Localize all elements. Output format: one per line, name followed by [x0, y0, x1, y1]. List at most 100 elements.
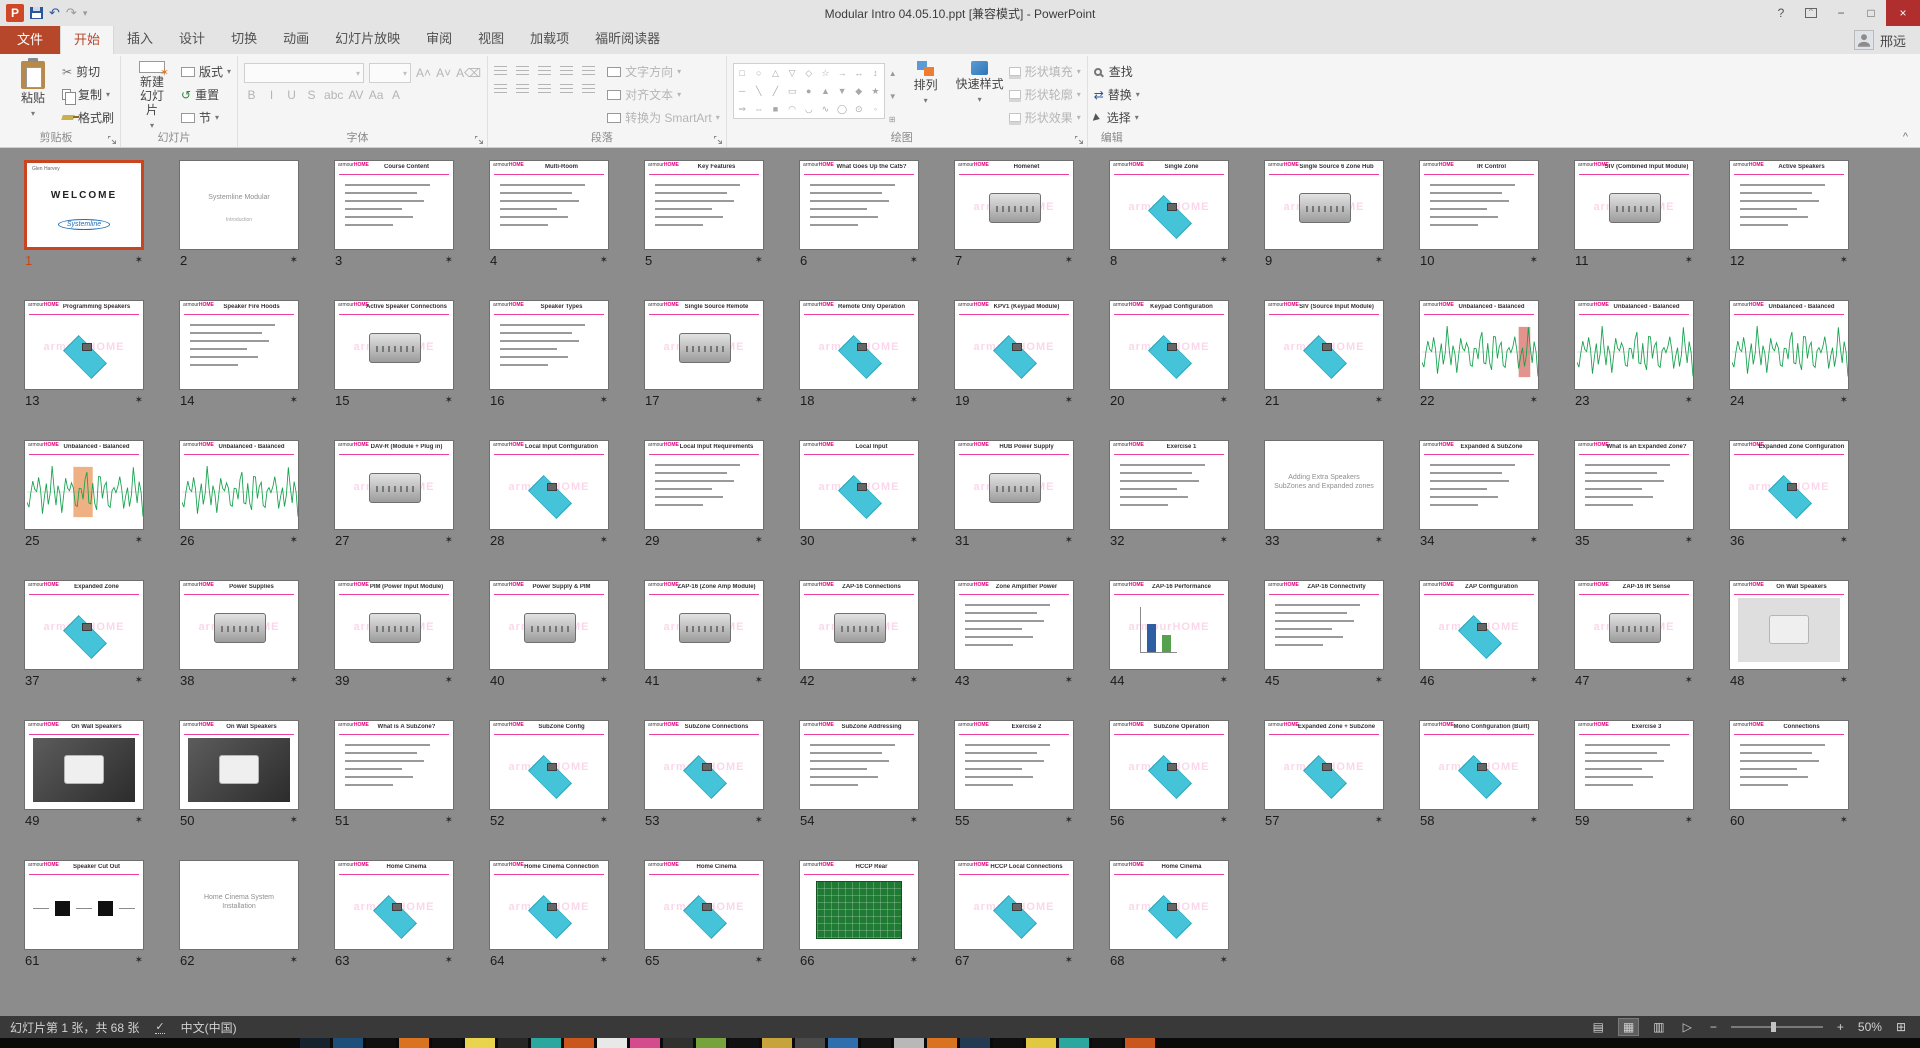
shape-icon[interactable]: ◯: [837, 105, 847, 114]
slide-thumbnail[interactable]: armourHOMESubZone OperationarmourHOME: [1109, 720, 1229, 810]
slide-thumbnail[interactable]: armourHOMEExpanded ZonearmourHOME: [24, 580, 144, 670]
save-icon[interactable]: [30, 7, 43, 19]
powerpoint-app-icon[interactable]: P: [6, 4, 24, 22]
slide-thumbnail[interactable]: armourHOMEZone Amplifier Power: [954, 580, 1074, 670]
slide-thumbnail[interactable]: armourHOMEUnbalanced - Balanced: [1729, 300, 1849, 390]
transition-star-icon[interactable]: ✶: [600, 535, 608, 546]
columns-button[interactable]: [582, 83, 595, 93]
slide-thumbnail[interactable]: armourHOMEOn Wall Speakers: [24, 720, 144, 810]
slide-thumbnail[interactable]: armourHOMEKeypad ConfigurationarmourHOME: [1109, 300, 1229, 390]
transition-star-icon[interactable]: ✶: [600, 955, 608, 966]
slide-thumbnail[interactable]: armourHOMESpeaker Cut Out: [24, 860, 144, 950]
align-text-button[interactable]: 对齐文本▾: [607, 85, 720, 104]
slide-thumbnail[interactable]: armourHOMECourse Content: [334, 160, 454, 250]
transition-star-icon[interactable]: ✶: [1065, 675, 1073, 686]
transition-star-icon[interactable]: ✶: [1685, 395, 1693, 406]
layout-button[interactable]: 版式▾: [181, 62, 231, 81]
slide-thumbnail[interactable]: armourHOMELocal Input Configurationarmou…: [489, 440, 609, 530]
shape-fill-button[interactable]: 形状填充▾: [1009, 62, 1081, 81]
transition-star-icon[interactable]: ✶: [600, 675, 608, 686]
font-style-s-button[interactable]: S: [304, 88, 319, 102]
transition-star-icon[interactable]: ✶: [1530, 815, 1538, 826]
shape-icon[interactable]: ↔: [854, 69, 863, 78]
shape-icon[interactable]: ●: [806, 87, 811, 96]
font-style-i-button[interactable]: I: [264, 88, 279, 102]
reading-view-button[interactable]: ▥: [1649, 1019, 1668, 1035]
transition-star-icon[interactable]: ✶: [755, 815, 763, 826]
slide-thumbnail[interactable]: armourHOMEUnbalanced - Balanced: [1419, 300, 1539, 390]
taskbar-window[interactable]: [333, 1038, 363, 1048]
slide-thumbnail[interactable]: Glen HarveyWELCOMESystemline: [24, 160, 144, 250]
transition-star-icon[interactable]: ✶: [1220, 955, 1228, 966]
taskbar-window[interactable]: [696, 1038, 726, 1048]
paste-button[interactable]: 粘贴 ▾: [8, 59, 58, 130]
tab-file[interactable]: 文件: [0, 24, 60, 54]
slide-thumbnail[interactable]: armourHOMEHome Cinema ConnectionarmourHO…: [489, 860, 609, 950]
shape-effects-button[interactable]: 形状效果▾: [1009, 108, 1081, 127]
taskbar-window[interactable]: [1092, 1038, 1122, 1048]
shrink-font-button[interactable]: A˅: [436, 66, 451, 80]
slide-thumbnail[interactable]: armourHOMEPIM (Power Input Module)armour…: [334, 580, 454, 670]
increase-indent-button[interactable]: [560, 65, 573, 75]
transition-star-icon[interactable]: ✶: [135, 395, 143, 406]
slide-thumbnail[interactable]: armourHOMELocal Input Requirements: [644, 440, 764, 530]
shape-icon[interactable]: ★: [871, 87, 879, 96]
slide-thumbnail[interactable]: Adding Extra Speakers SubZones and Expan…: [1264, 440, 1384, 530]
tab-设计[interactable]: 设计: [166, 23, 218, 54]
slide-thumbnail[interactable]: armourHOMEZAP ConfigurationarmourHOME: [1419, 580, 1539, 670]
font-style-aa-button[interactable]: Aa: [369, 88, 384, 102]
quick-styles-button[interactable]: 快速样式▾: [955, 59, 1005, 130]
font-style-av-button[interactable]: AV: [348, 88, 363, 102]
slide-thumbnail[interactable]: armourHOMEActive Speaker Connectionsarmo…: [334, 300, 454, 390]
transition-star-icon[interactable]: ✶: [600, 255, 608, 266]
taskbar-window[interactable]: [597, 1038, 627, 1048]
slide-thumbnail[interactable]: armourHOMEExpanded & SubZone: [1419, 440, 1539, 530]
taskbar-window[interactable]: [399, 1038, 429, 1048]
slide-thumbnail[interactable]: armourHOMEMono Configuration (Built)armo…: [1419, 720, 1539, 810]
shape-icon[interactable]: ▼: [838, 87, 847, 96]
taskbar-window[interactable]: [630, 1038, 660, 1048]
reset-button[interactable]: ↺重置: [181, 85, 231, 104]
help-button[interactable]: ?: [1766, 0, 1796, 26]
maximize-button[interactable]: □: [1856, 0, 1886, 26]
slide-thumbnail[interactable]: armourHOMEHCCP Rear: [799, 860, 919, 950]
transition-star-icon[interactable]: ✶: [1375, 395, 1383, 406]
slide-thumbnail[interactable]: armourHOMEExpanded Zone Configurationarm…: [1729, 440, 1849, 530]
transition-star-icon[interactable]: ✶: [910, 255, 918, 266]
slide-thumbnail[interactable]: armourHOMEHome CinemaarmourHOME: [334, 860, 454, 950]
slide-thumbnail[interactable]: armourHOMEExercise 1: [1109, 440, 1229, 530]
transition-star-icon[interactable]: ✶: [600, 815, 608, 826]
slide-thumbnail[interactable]: armourHOMEOn Wall Speakers: [1729, 580, 1849, 670]
bullets-button[interactable]: [494, 65, 507, 75]
slide-thumbnail[interactable]: armourHOMEZAP-16 IR SensearmourHOME: [1574, 580, 1694, 670]
format-painter-button[interactable]: 格式刷: [62, 108, 114, 127]
normal-view-button[interactable]: ▤: [1589, 1019, 1608, 1035]
slide-thumbnail[interactable]: armourHOMEZAP-16 Connectivity: [1264, 580, 1384, 670]
slide-thumbnail[interactable]: armourHOMEWhat Goes Up the Cat5?: [799, 160, 919, 250]
slide-thumbnail[interactable]: armourHOMEDAV-R (Module + Plug in)armour…: [334, 440, 454, 530]
taskbar-window[interactable]: [564, 1038, 594, 1048]
transition-star-icon[interactable]: ✶: [910, 815, 918, 826]
tab-开始[interactable]: 开始: [60, 23, 114, 54]
slide-sorter-view-button[interactable]: ▦: [1618, 1018, 1639, 1036]
slide-thumbnail[interactable]: armourHOMEKPV1 (Keypad Module)armourHOME: [954, 300, 1074, 390]
shape-icon[interactable]: ⊙: [855, 105, 863, 114]
cut-button[interactable]: ✂剪切: [62, 62, 114, 81]
transition-star-icon[interactable]: ✶: [1685, 815, 1693, 826]
shape-icon[interactable]: ☆: [821, 69, 829, 78]
shape-icon[interactable]: ▲: [821, 87, 830, 96]
transition-star-icon[interactable]: ✶: [445, 675, 453, 686]
slide-thumbnail[interactable]: armourHOMEActive Speakers: [1729, 160, 1849, 250]
transition-star-icon[interactable]: ✶: [445, 815, 453, 826]
copy-button[interactable]: 复制▾: [62, 85, 114, 104]
slide-thumbnail[interactable]: armourHOMEExercise 2: [954, 720, 1074, 810]
font-style-a-button[interactable]: A: [389, 88, 404, 102]
transition-star-icon[interactable]: ✶: [1530, 535, 1538, 546]
dialog-launcher-icon[interactable]: [1074, 134, 1084, 144]
font-size-combo[interactable]: ▾: [369, 63, 411, 83]
slide-thumbnail[interactable]: armourHOMESubZone Addressing: [799, 720, 919, 810]
transition-star-icon[interactable]: ✶: [135, 675, 143, 686]
shape-icon[interactable]: ▭: [788, 87, 797, 96]
transition-star-icon[interactable]: ✶: [1220, 395, 1228, 406]
transition-star-icon[interactable]: ✶: [1685, 675, 1693, 686]
